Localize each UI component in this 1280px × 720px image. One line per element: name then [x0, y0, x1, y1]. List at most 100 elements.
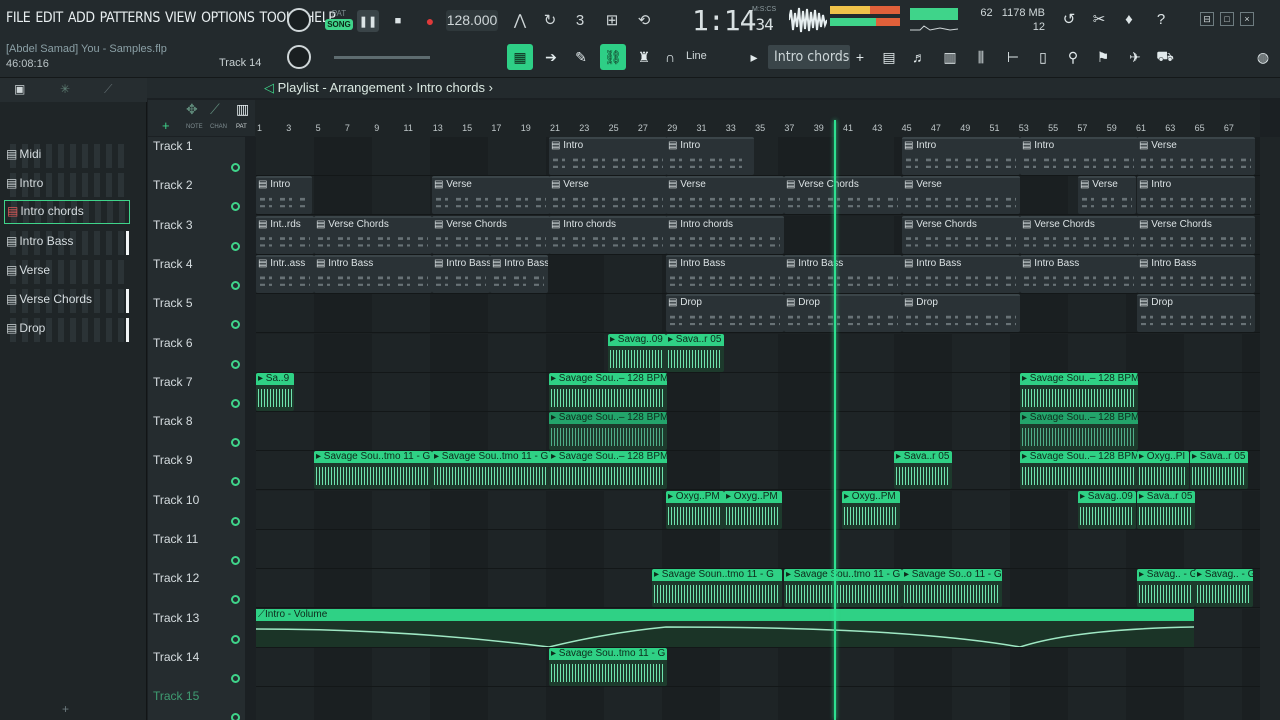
overview-strip[interactable]: [255, 100, 1260, 117]
next-icon[interactable]: ➔: [538, 44, 564, 70]
pattern-clip[interactable]: ▤ Intro Bass: [1137, 254, 1255, 293]
track-mute-led[interactable]: [231, 398, 240, 408]
piano-roll-icon[interactable]: ♬: [906, 44, 932, 70]
pattern-clip[interactable]: ▤ Drop: [784, 294, 902, 333]
pattern-clip[interactable]: ▤ Verse: [432, 176, 550, 215]
track-name[interactable]: Track 3: [153, 218, 193, 232]
picker-item-verse[interactable]: ▤ Verse: [4, 260, 130, 284]
pattern-clip[interactable]: ▤ Intro: [1137, 176, 1255, 215]
microphone-icon[interactable]: ♦: [1118, 8, 1140, 30]
pattern-clip[interactable]: ▤ Verse Chords: [902, 215, 1020, 254]
track-mute-led[interactable]: [231, 713, 240, 720]
track-mute-led[interactable]: [231, 241, 240, 251]
menu-edit[interactable]: EDIT: [35, 10, 63, 26]
tile-window-icon[interactable]: ⊟: [1200, 12, 1214, 26]
track-name[interactable]: Track 12: [153, 571, 199, 585]
record-button[interactable]: ●: [419, 10, 441, 32]
stop-button[interactable]: ■: [387, 10, 409, 32]
snap-dropdown[interactable]: Line: [686, 50, 707, 62]
master-volume-knob[interactable]: [287, 8, 311, 32]
pattern-clip[interactable]: ▤ Intro Bass: [1020, 254, 1138, 293]
pattern-tool-icon[interactable]: ▥: [236, 101, 249, 118]
playhead[interactable]: [834, 120, 836, 720]
track-name[interactable]: Track 5: [153, 296, 193, 310]
track-name[interactable]: Track 10: [153, 493, 199, 507]
track-lane[interactable]: [256, 647, 1260, 687]
browser-tree-icon[interactable]: ⊢: [1000, 44, 1026, 70]
track-name[interactable]: Track 4: [153, 257, 193, 271]
pattern-clip[interactable]: ▤ Intro chords: [666, 215, 784, 254]
pattern-clip[interactable]: ▤ Int..rds: [256, 215, 314, 254]
audio-clip[interactable]: ▸ Savage Sou..– 128 BPM: [1020, 451, 1138, 490]
track-name[interactable]: Track 2: [153, 178, 193, 192]
track-lane[interactable]: [256, 687, 1260, 720]
channel-rack-icon[interactable]: ▥: [937, 44, 963, 70]
pattern-clip[interactable]: ▤ Intro: [666, 137, 754, 175]
maximize-window-icon[interactable]: □: [1220, 12, 1234, 26]
menu-patterns[interactable]: PATTERNS: [100, 10, 161, 26]
pattern-clip[interactable]: ▤ Intro: [549, 137, 667, 175]
audio-clip[interactable]: ▸ Savage So..o 11 - G: [902, 569, 1002, 608]
metronome-icon[interactable]: ⋀: [507, 7, 533, 33]
audio-clip[interactable]: ▸ Oxyg..PI: [1137, 451, 1189, 490]
pattern-clip[interactable]: ▤ Verse Chords: [1137, 215, 1255, 254]
track-lane[interactable]: [256, 333, 1260, 373]
undo-icon[interactable]: ↺: [1058, 8, 1080, 30]
pattern-clip[interactable]: ▤ Verse Chords: [314, 215, 432, 254]
main-slider[interactable]: [334, 56, 430, 59]
audio-clip[interactable]: ▸ Sava..r 05: [1190, 451, 1248, 490]
online-icon[interactable]: ◍: [1250, 44, 1276, 70]
audio-clip[interactable]: ▸ Savage Sou..– 128 BPM: [1020, 372, 1138, 411]
help-icon[interactable]: ?: [1150, 8, 1172, 30]
menu-add[interactable]: ADD: [68, 10, 95, 26]
add-track-icon[interactable]: +: [162, 118, 170, 133]
track-mute-led[interactable]: [231, 634, 240, 644]
track-name[interactable]: Track 15: [153, 689, 199, 703]
pattern-clip[interactable]: ▤ Intro Bass: [666, 254, 784, 293]
playlist-icon[interactable]: ▤: [876, 44, 902, 70]
audio-clip[interactable]: ▸ Sava..r 05: [1137, 490, 1195, 529]
touch-icon[interactable]: ✈: [1122, 44, 1148, 70]
audio-clip[interactable]: ▸ Sa..9: [256, 372, 294, 411]
picker-audio-icon[interactable]: ✳: [60, 82, 70, 96]
note-tool-icon[interactable]: ✥: [186, 101, 198, 118]
audio-clip[interactable]: ▸ Oxyg..PM: [842, 490, 900, 529]
pattern-clip[interactable]: ▤ Verse: [902, 176, 1020, 215]
track-name[interactable]: Track 13: [153, 611, 199, 625]
plugin-icon[interactable]: ⚲: [1060, 44, 1086, 70]
pattern-clip[interactable]: ▤ Intro Bass: [314, 254, 432, 293]
audio-clip[interactable]: ▸ Savage Sou..tmo 11 - G: [784, 569, 902, 608]
step-edit-icon[interactable]: ⊞: [599, 7, 625, 33]
audio-clip[interactable]: ▸ Savag..09: [608, 333, 666, 372]
track-name[interactable]: Track 8: [153, 414, 193, 428]
track-lane[interactable]: [256, 530, 1260, 569]
mixer-icon[interactable]: ⫼: [968, 44, 994, 70]
track-name[interactable]: Track 14: [153, 650, 199, 664]
picker-mode-icon[interactable]: ▣: [14, 82, 25, 96]
cut-tool-icon[interactable]: ✂: [1088, 8, 1110, 30]
pattern-clip[interactable]: ▤ Drop: [666, 294, 784, 333]
pattern-clip[interactable]: ▤ Verse Chords: [1020, 215, 1138, 254]
pattern-prev-icon[interactable]: ▸: [744, 44, 764, 70]
loop-record-icon[interactable]: ⟲: [631, 7, 657, 33]
track-mute-led[interactable]: [231, 673, 240, 683]
magnet-icon[interactable]: ∩: [660, 44, 680, 70]
tempo-display[interactable]: 128.000: [446, 10, 498, 31]
add-pattern-icon[interactable]: +: [852, 44, 868, 70]
audio-clip[interactable]: ▸ Savag..09: [1078, 490, 1136, 529]
picker-item-intro-bass[interactable]: ▤ Intro Bass: [4, 231, 130, 255]
audio-clip[interactable]: ▸ Oxyg..PM: [724, 490, 782, 529]
vertical-scrollbar[interactable]: [1260, 137, 1280, 720]
stamp-icon[interactable]: ♜: [631, 44, 657, 70]
pencil-tool-icon[interactable]: ✎: [568, 44, 594, 70]
pat-song-toggle[interactable]: PAT SONG: [325, 8, 353, 34]
cart-icon[interactable]: ⛟: [1152, 44, 1178, 70]
menu-view[interactable]: VIEW: [165, 10, 197, 26]
add-item-icon[interactable]: +: [62, 702, 69, 716]
master-pitch-knob[interactable]: [287, 45, 311, 69]
track-name[interactable]: Track 9: [153, 453, 193, 467]
audio-clip[interactable]: ▸ Sava..r 05: [666, 333, 724, 372]
pattern-clip[interactable]: ▤ Verse Chords: [784, 176, 902, 215]
track-mute-led[interactable]: [231, 516, 240, 526]
pattern-clip[interactable]: ▤ Verse Chords: [432, 215, 550, 254]
